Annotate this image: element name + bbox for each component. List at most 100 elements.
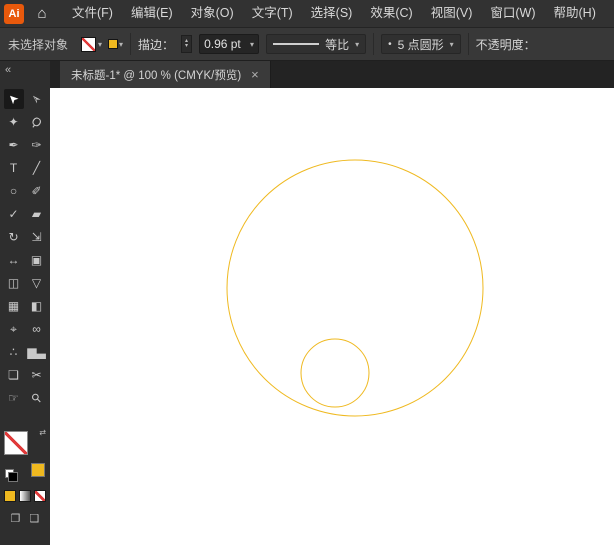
rotate-tool-icon: ↻ (8, 230, 18, 244)
menu-item[interactable]: 对象(O) (182, 0, 243, 27)
curvature-tool[interactable]: ✑ (27, 135, 47, 155)
ellipse-tool[interactable]: ○ (4, 181, 24, 201)
blend-tool[interactable]: ∞ (27, 319, 47, 339)
symbol-sprayer-tool[interactable]: ∴ (4, 342, 24, 362)
canvas[interactable] (50, 88, 614, 545)
gradient-tool[interactable]: ◧ (27, 296, 47, 316)
default-colors-icon[interactable] (5, 469, 14, 478)
type-tool[interactable]: T (4, 158, 24, 178)
perspective-grid-tool[interactable]: ▽ (27, 273, 47, 293)
eyedropper-tool[interactable]: ⌖ (4, 319, 24, 339)
stroke-label: 描边： (138, 36, 174, 53)
hand-tool[interactable]: ☞ (4, 388, 24, 408)
separator (373, 33, 374, 55)
shape-builder-tool-icon: ◫ (8, 276, 19, 290)
artboard-tool-icon: ❏ (8, 368, 19, 382)
scale-tool-icon: ⇲ (31, 230, 41, 244)
chevron-down-icon[interactable]: ▾ (450, 40, 454, 49)
stepper-down-icon[interactable]: ▾ (185, 44, 188, 49)
width-tool[interactable]: ↔ (4, 250, 24, 270)
brush-select[interactable]: • 5 点圆形 ▾ (381, 34, 461, 54)
close-icon[interactable]: × (251, 68, 259, 81)
chevron-down-icon[interactable]: ▾ (355, 40, 359, 49)
menu-item[interactable]: 编辑(E) (122, 0, 182, 27)
fill-stroke-indicator: ⇄ (4, 428, 46, 478)
color-mode-buttons (0, 490, 50, 502)
chevron-down-icon[interactable]: ▾ (98, 40, 102, 49)
direct-selection-tool-icon: ➢ (28, 90, 45, 107)
menu-item[interactable]: 选择(S) (302, 0, 362, 27)
menu-item[interactable]: 帮助(H) (545, 0, 605, 27)
hand-tool-icon: ☞ (8, 391, 19, 405)
stroke-weight-input[interactable]: 0.96 pt ▾ (199, 34, 259, 54)
mesh-tool[interactable]: ▦ (4, 296, 24, 316)
artboard-tool[interactable]: ❏ (4, 365, 24, 385)
menu-item[interactable]: 文字(T) (243, 0, 302, 27)
tools-panel: ➤➢ ✦ Ϙ ✒ ✑ T╱○ ✐ ✓▰ ↻ ⇲ ↔ ▣ ◫ ▽ ▦ ◧⌖ ∞ ∴▆▃ ❏ ✂ ☞ ⚲ (0, 89, 50, 408)
rotate-tool[interactable]: ↻ (4, 227, 24, 247)
screen-mode-icon[interactable]: ❑ (30, 512, 40, 525)
column-graph-tool[interactable]: ▆▃ (27, 342, 47, 362)
lasso-tool[interactable]: Ϙ (27, 112, 47, 132)
stroke-color-control[interactable]: ▾ (109, 40, 123, 49)
brush-name: 5 点圆形 (398, 36, 444, 53)
circle-shape[interactable] (301, 339, 369, 407)
menu-item[interactable]: 窗口(W) (481, 0, 544, 27)
scale-tool[interactable]: ⇲ (27, 227, 47, 247)
direct-selection-tool[interactable]: ➢ (27, 89, 47, 109)
shape-builder-tool[interactable]: ◫ (4, 273, 24, 293)
zoom-tool-icon: ⚲ (28, 390, 44, 406)
stroke-weight-stepper[interactable]: ▴ ▾ (181, 35, 192, 53)
gradient-mode-button[interactable] (19, 490, 31, 502)
free-transform-tool[interactable]: ▣ (27, 250, 47, 270)
control-bar: 未选择对象 ▾ ▾ 描边： ▴ ▾ 0.96 pt ▾ 等比 ▾ • 5 点圆形… (0, 28, 614, 61)
line-segment-tool[interactable]: ╱ (27, 158, 47, 178)
circle-shape[interactable] (227, 160, 483, 416)
brush-preview-icon: • (388, 39, 392, 50)
shaper-tool[interactable]: ✓ (4, 204, 24, 224)
separator (130, 33, 131, 55)
document-tab-bar: 未标题-1* @ 100 % (CMYK/预览) × (0, 61, 614, 88)
swap-colors-icon[interactable]: ⇄ (39, 428, 46, 437)
pen-tool-icon: ✒ (8, 138, 18, 152)
home-icon[interactable]: ⌂ (29, 5, 55, 22)
tools-dock: « ➤➢ ✦ Ϙ ✒ ✑ T╱○ ✐ ✓▰ ↻ ⇲ ↔ ▣ ◫ ▽ ▦ ◧⌖ ∞ ∴▆▃ ❏ ✂ ☞ ⚲ ⇄ ❐ ❑ (0, 61, 50, 545)
menu-item[interactable]: 效果(C) (361, 0, 421, 27)
slice-tool-icon: ✂ (31, 368, 41, 382)
fill-none-swatch[interactable] (81, 37, 96, 52)
app-logo-icon[interactable]: Ai (4, 4, 24, 24)
collapse-panel-button[interactable]: « (0, 61, 50, 77)
dock-bottom-buttons: ❐ ❑ (0, 512, 50, 525)
document-tab-title: 未标题-1* @ 100 % (CMYK/预览) (71, 67, 241, 83)
slice-tool[interactable]: ✂ (27, 365, 47, 385)
fill-indicator[interactable] (4, 431, 28, 455)
pen-tool[interactable]: ✒ (4, 135, 24, 155)
zoom-tool[interactable]: ⚲ (27, 388, 47, 408)
width-profile-select[interactable]: 等比 ▾ (266, 34, 366, 54)
width-profile-value: 等比 (325, 36, 349, 53)
none-mode-button[interactable] (34, 490, 46, 502)
mesh-tool-icon: ▦ (8, 299, 19, 313)
stroke-color-swatch[interactable] (109, 40, 117, 48)
document-tab[interactable]: 未标题-1* @ 100 % (CMYK/预览) × (60, 61, 271, 88)
menu-item[interactable]: 文件(F) (63, 0, 122, 27)
eraser-tool[interactable]: ▰ (27, 204, 47, 224)
menubar: Ai ⌂ 文件(F)编辑(E)对象(O)文字(T)选择(S)效果(C)视图(V)… (0, 0, 614, 28)
chevron-down-icon[interactable]: ▾ (119, 40, 123, 49)
curvature-tool-icon: ✑ (31, 138, 41, 152)
chevron-down-icon[interactable]: ▾ (250, 40, 254, 49)
width-tool-icon: ↔ (8, 253, 20, 267)
blend-tool-icon: ∞ (32, 322, 41, 336)
selection-tool[interactable]: ➤ (4, 89, 24, 109)
draw-mode-icon[interactable]: ❐ (11, 512, 21, 525)
stroke-indicator[interactable] (32, 464, 44, 476)
stroke-profile-preview (273, 43, 319, 45)
magic-wand-tool[interactable]: ✦ (4, 112, 24, 132)
magic-wand-tool-icon: ✦ (8, 115, 18, 129)
lasso-tool-icon: Ϙ (29, 114, 45, 131)
fill-color-control[interactable]: ▾ (81, 37, 102, 52)
color-mode-button[interactable] (4, 490, 16, 502)
menu-item[interactable]: 视图(V) (422, 0, 482, 27)
paintbrush-tool-icon: ✐ (31, 184, 41, 198)
paintbrush-tool[interactable]: ✐ (27, 181, 47, 201)
